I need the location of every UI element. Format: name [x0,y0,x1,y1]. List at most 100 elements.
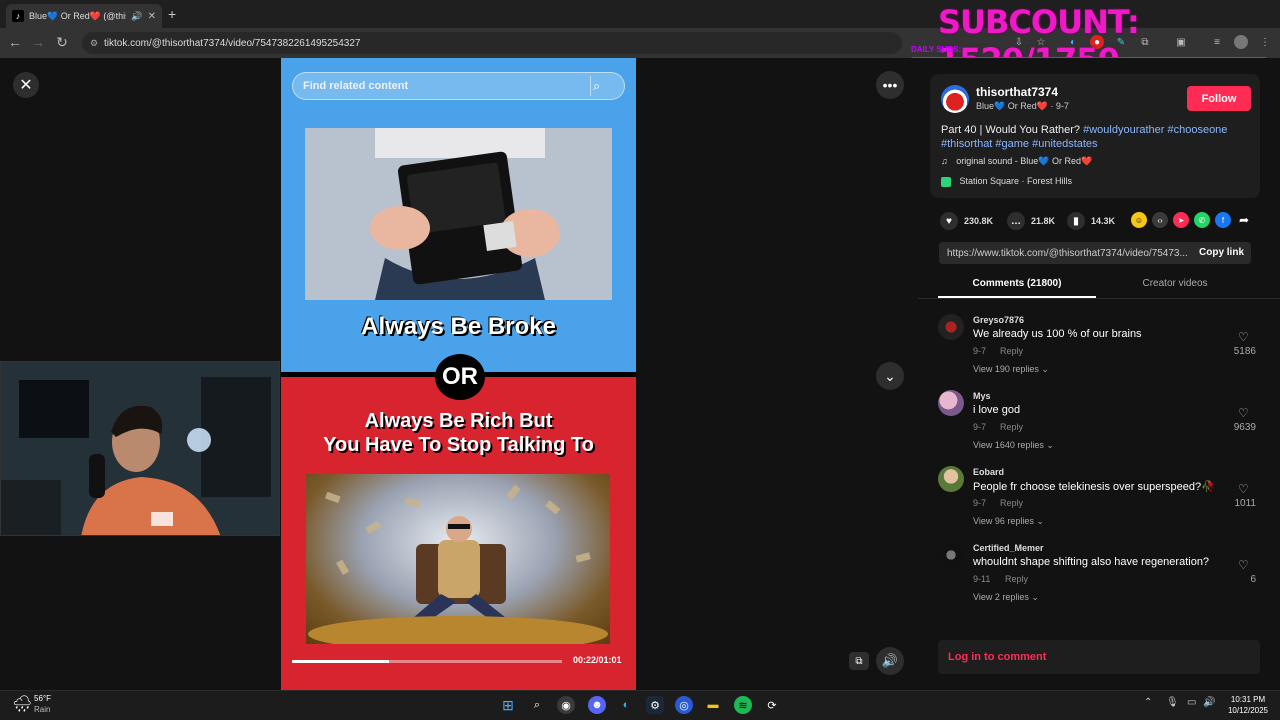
comment-list[interactable]: Greyso7876 We already us 100 % of our br… [918,306,1280,624]
comment-icon: … [1007,212,1025,230]
divider [590,76,591,96]
avatar[interactable] [938,542,964,568]
app-icon[interactable]: ⟳ [763,696,781,714]
comment-count: 21.8K [1031,216,1056,226]
tab-creator-videos[interactable]: Creator videos [1096,278,1254,289]
view-replies-button[interactable]: View 96 replies ⌄ [973,516,1044,527]
login-to-comment[interactable]: Log in to comment [938,640,1260,674]
view-replies-button[interactable]: View 190 replies ⌄ [973,364,1049,375]
view-replies-button[interactable]: View 2 replies ⌄ [973,592,1039,603]
comment-author[interactable]: Certified_Memer [973,543,1044,553]
tray-chevron-icon[interactable]: ⌃ [1144,697,1152,708]
clock-time: 10:31 PM [1230,695,1266,704]
volume-button[interactable]: 🔊 [876,647,904,675]
comment-text: People fr choose telekinesis over supers… [973,481,1215,493]
next-video-button[interactable]: ⌄ [876,362,904,390]
picture-in-picture-button[interactable]: ⧉ [849,652,869,670]
heart-icon[interactable]: ♡ [1238,330,1249,344]
video-player[interactable]: Find related content ⌕ Always Be Broke O… [281,58,636,690]
option-2-text-line2: You Have To Stop Talking To [323,434,594,456]
follow-button[interactable]: Follow [1187,86,1251,111]
save-count: 14.3K [1091,216,1116,226]
or-badge: OR [435,354,485,400]
music-note-icon: ♫ [941,156,948,166]
rain-cloud-icon[interactable]: 🌧 [12,694,32,714]
chrome-icon[interactable]: ◉ [557,696,575,714]
steam-icon[interactable]: ⚙ [646,696,664,714]
comment-like-count: 6 [1250,574,1256,585]
location-row[interactable]: Station Square · Forest Hills [941,176,1072,187]
tiktok-icon: ♪ [12,10,24,22]
search-placeholder: Find related content [303,80,409,92]
microphone-icon[interactable]: 🎙 [1166,697,1179,708]
author-avatar[interactable] [941,85,969,113]
comment-item: Greyso7876 We already us 100 % of our br… [918,306,1280,382]
send-icon[interactable]: ➤ [1173,212,1189,228]
share-arrow-icon[interactable]: ➦ [1236,212,1252,228]
comment-text: i love god [973,404,1021,416]
back-button[interactable]: ← [5,34,25,50]
avatar[interactable] [938,390,964,416]
location-name: Station Square · Forest Hills [959,176,1073,186]
video-caption: Part 40 | Would You Rather? #wouldyourat… [941,123,1251,151]
comment-author[interactable]: Greyso7876 [973,315,1024,325]
comment-like-count: 9639 [1233,422,1256,433]
reload-button[interactable]: ↻ [52,34,72,51]
reply-button[interactable]: Reply [1000,422,1023,432]
weather-temp[interactable]: 56°F [34,694,51,703]
browser-tab[interactable]: ♪ Blue💙 Or Red❤️ (@thisor 🔊 ✕ [6,4,162,28]
author-username[interactable]: thisorthat7374 [976,85,1058,99]
tab-comments[interactable]: Comments (21800) [938,278,1096,289]
daily-subs-label: DAILY SUBS: [911,45,962,54]
site-info-icon[interactable]: ⚙ [90,38,98,49]
new-tab-button[interactable]: + [168,6,176,22]
reply-button[interactable]: Reply [1005,574,1028,584]
url-field[interactable]: ⚙ tiktok.com/@thisorthat7374/video/75473… [82,32,902,54]
spotify-icon[interactable]: ≋ [734,696,752,714]
view-replies-button[interactable]: View 1640 replies ⌄ [973,440,1054,451]
comment-item: Mys i love god 9-7 Reply View 1640 repli… [918,382,1280,458]
option-2-text-line1: Always Be Rich But [364,410,553,432]
discord-icon[interactable]: ☻ [588,696,606,714]
windows-start-icon[interactable]: ⊞ [499,696,517,714]
reply-button[interactable]: Reply [1000,346,1023,356]
facebook-icon[interactable]: f [1215,212,1231,228]
video-timecode: 00:22/01:01 [573,655,622,665]
speaker-icon[interactable]: 🔊 [131,11,142,22]
avatar[interactable] [938,314,964,340]
comment-stat[interactable]: … 21.8K [1007,212,1055,230]
heart-icon[interactable]: ♡ [1238,558,1249,572]
reply-button[interactable]: Reply [1000,498,1023,508]
clock[interactable]: 10:31 PM 10/12/2025 [1222,694,1274,716]
search-icon[interactable]: ⌕ [593,78,600,94]
bookmark-icon: ▮ [1067,212,1085,230]
embed-icon[interactable]: ‹› [1152,212,1168,228]
file-explorer-icon[interactable]: ▬ [704,696,722,714]
comment-text: whouldnt shape shifting also have regene… [973,556,1210,568]
save-stat[interactable]: ▮ 14.3K [1067,212,1115,230]
volume-icon[interactable]: 🔊 [1203,697,1215,708]
forward-button[interactable]: → [28,34,48,50]
comment-author[interactable]: Eobard [973,467,1004,477]
avatar[interactable] [938,466,964,492]
comment-date: 9-7 [973,422,987,432]
comment-item: Certified_Memer whouldnt shape shifting … [918,534,1280,610]
heart-icon[interactable]: ♡ [1238,406,1249,420]
copy-link-button[interactable]: Copy link [1199,247,1244,258]
webcam-feed [0,361,280,536]
sound-row[interactable]: ♫ original sound - Blue💙 Or Red❤️ [941,156,1092,167]
search-icon[interactable]: ⌕ [528,696,546,714]
whatsapp-icon[interactable]: ✆ [1194,212,1210,228]
more-options-button[interactable]: ••• [876,71,904,99]
friends-share-icon[interactable]: ☺ [1131,212,1147,228]
related-search-input[interactable]: Find related content [292,72,625,100]
comment-date: 9-11 [973,574,991,584]
close-button[interactable]: ✕ [13,72,39,98]
like-stat[interactable]: ♥ 230.8K [940,212,993,230]
app-icon[interactable]: ◎ [675,696,693,714]
monitor-icon[interactable]: ▭ [1187,697,1196,708]
comment-author[interactable]: Mys [973,391,991,401]
edge-icon[interactable]: ◐ [617,696,635,714]
heart-icon[interactable]: ♡ [1238,482,1249,496]
close-tab-icon[interactable]: ✕ [148,11,156,22]
